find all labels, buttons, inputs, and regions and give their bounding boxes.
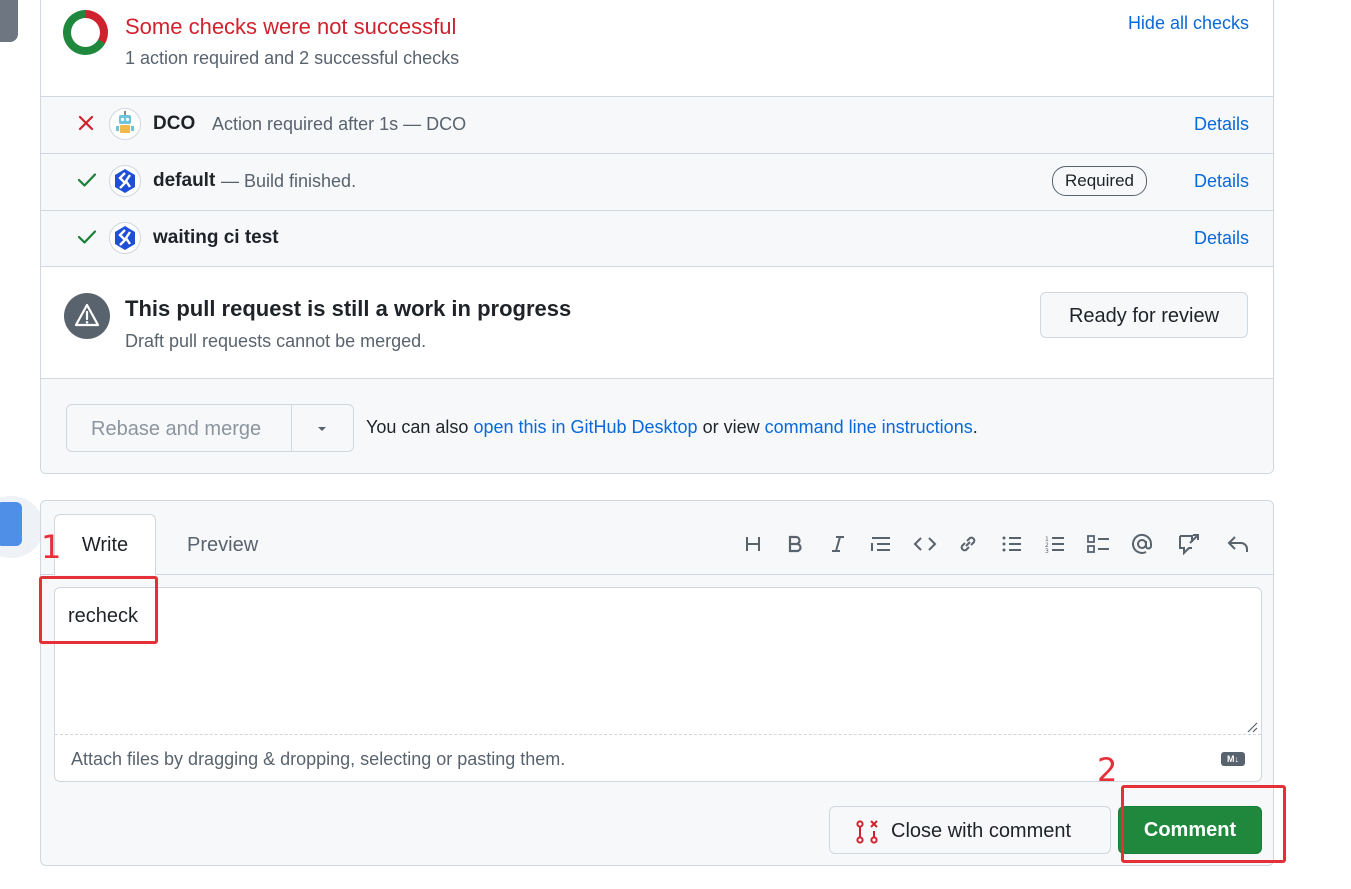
- rebase-and-merge-button: Rebase and merge: [66, 404, 354, 452]
- check-description: — Build finished.: [221, 171, 357, 191]
- markdown-icon: M↓: [1221, 752, 1245, 766]
- git-pull-request-closed-icon: [854, 819, 880, 845]
- comment-textarea[interactable]: recheck: [55, 588, 1261, 735]
- check-details-link[interactable]: Details: [1194, 171, 1249, 192]
- ci-app-icon: [109, 165, 141, 197]
- tab-divider: [41, 574, 1273, 575]
- merge-hint-middle: or view: [702, 417, 760, 437]
- check-row-dco: DCO Action required after 1s — DCO Detai…: [41, 96, 1273, 153]
- check-name: default: [153, 170, 216, 191]
- wip-subtitle: Draft pull requests cannot be merged.: [125, 331, 427, 351]
- checks-summary-subtitle: 1 action required and 2 successful check…: [125, 48, 460, 68]
- link-icon[interactable]: [953, 529, 983, 559]
- check-icon: [77, 228, 97, 248]
- avatar[interactable]: [0, 496, 44, 558]
- check-row-default: default — Build finished. Required Detai…: [41, 153, 1273, 210]
- italic-icon[interactable]: [823, 529, 853, 559]
- wip-section: This pull request is still a work in pro…: [41, 266, 1273, 378]
- check-icon: [77, 171, 97, 191]
- annotation-box-2: [1121, 785, 1286, 863]
- required-badge: Required: [1052, 166, 1147, 196]
- check-name: DCO: [153, 113, 196, 134]
- resize-handle-icon[interactable]: [1246, 720, 1258, 733]
- comment-box: Write Preview 123 recheck Attach files b…: [40, 500, 1274, 866]
- check-row-waiting-ci-test: waiting ci test Details: [41, 210, 1273, 267]
- checks-status-donut-icon: [63, 10, 108, 55]
- svg-text:3: 3: [1045, 548, 1049, 554]
- close-with-comment-button[interactable]: Close with comment: [829, 806, 1111, 854]
- merge-hint: You can also open this in GitHub Desktop…: [366, 417, 978, 438]
- ordered-list-icon[interactable]: 123: [1040, 529, 1070, 559]
- annotation-number-1: 1: [41, 528, 62, 566]
- annotation-number-2: 2: [1097, 751, 1118, 789]
- open-in-desktop-link[interactable]: open this in GitHub Desktop: [473, 417, 697, 437]
- check-description: Action required after 1s — DCO: [212, 114, 467, 134]
- mention-icon[interactable]: [1127, 529, 1157, 559]
- attach-files-hint[interactable]: Attach files by dragging & dropping, sel…: [71, 749, 565, 770]
- x-icon: [77, 114, 97, 134]
- close-with-comment-label: Close with comment: [891, 820, 1072, 842]
- bold-icon[interactable]: [780, 529, 810, 559]
- tab-write[interactable]: Write: [54, 514, 156, 575]
- command-line-instructions-link[interactable]: command line instructions: [765, 417, 973, 437]
- chevron-down-icon: [313, 419, 331, 437]
- annotation-box-1: [39, 576, 158, 644]
- merge-actions: Rebase and merge You can also open this …: [41, 378, 1273, 473]
- quote-icon[interactable]: [866, 529, 896, 559]
- check-details-link[interactable]: Details: [1194, 114, 1249, 135]
- rebase-and-merge-label: Rebase and merge: [91, 418, 262, 440]
- task-list-icon[interactable]: [1084, 529, 1114, 559]
- checks-summary-title: Some checks were not successful: [125, 14, 457, 39]
- check-name: waiting ci test: [153, 227, 279, 248]
- dco-bot-icon: [109, 108, 141, 140]
- wip-title: This pull request is still a work in pro…: [125, 296, 572, 321]
- merge-hint-suffix: .: [972, 417, 978, 437]
- check-details-link[interactable]: Details: [1194, 228, 1249, 249]
- reply-icon[interactable]: [1223, 529, 1253, 559]
- hide-all-checks-link[interactable]: Hide all checks: [1128, 13, 1249, 34]
- merge-box: Some checks were not successful 1 action…: [40, 0, 1274, 474]
- checks-list: DCO Action required after 1s — DCO Detai…: [41, 96, 1273, 267]
- button-divider: [291, 405, 292, 451]
- alert-icon: [64, 293, 110, 339]
- unordered-list-icon[interactable]: [997, 529, 1027, 559]
- ci-app-icon: [109, 222, 141, 254]
- checks-summary: Some checks were not successful 1 action…: [41, 0, 1273, 96]
- avatar[interactable]: [0, 0, 18, 42]
- ready-for-review-button[interactable]: Ready for review: [1040, 292, 1248, 338]
- tab-preview[interactable]: Preview: [187, 534, 258, 557]
- code-icon[interactable]: [910, 529, 940, 559]
- heading-icon[interactable]: [738, 529, 768, 559]
- merge-hint-prefix: You can also: [366, 417, 469, 437]
- cross-reference-icon[interactable]: [1174, 529, 1204, 559]
- comment-editor: recheck Attach files by dragging & dropp…: [54, 587, 1262, 782]
